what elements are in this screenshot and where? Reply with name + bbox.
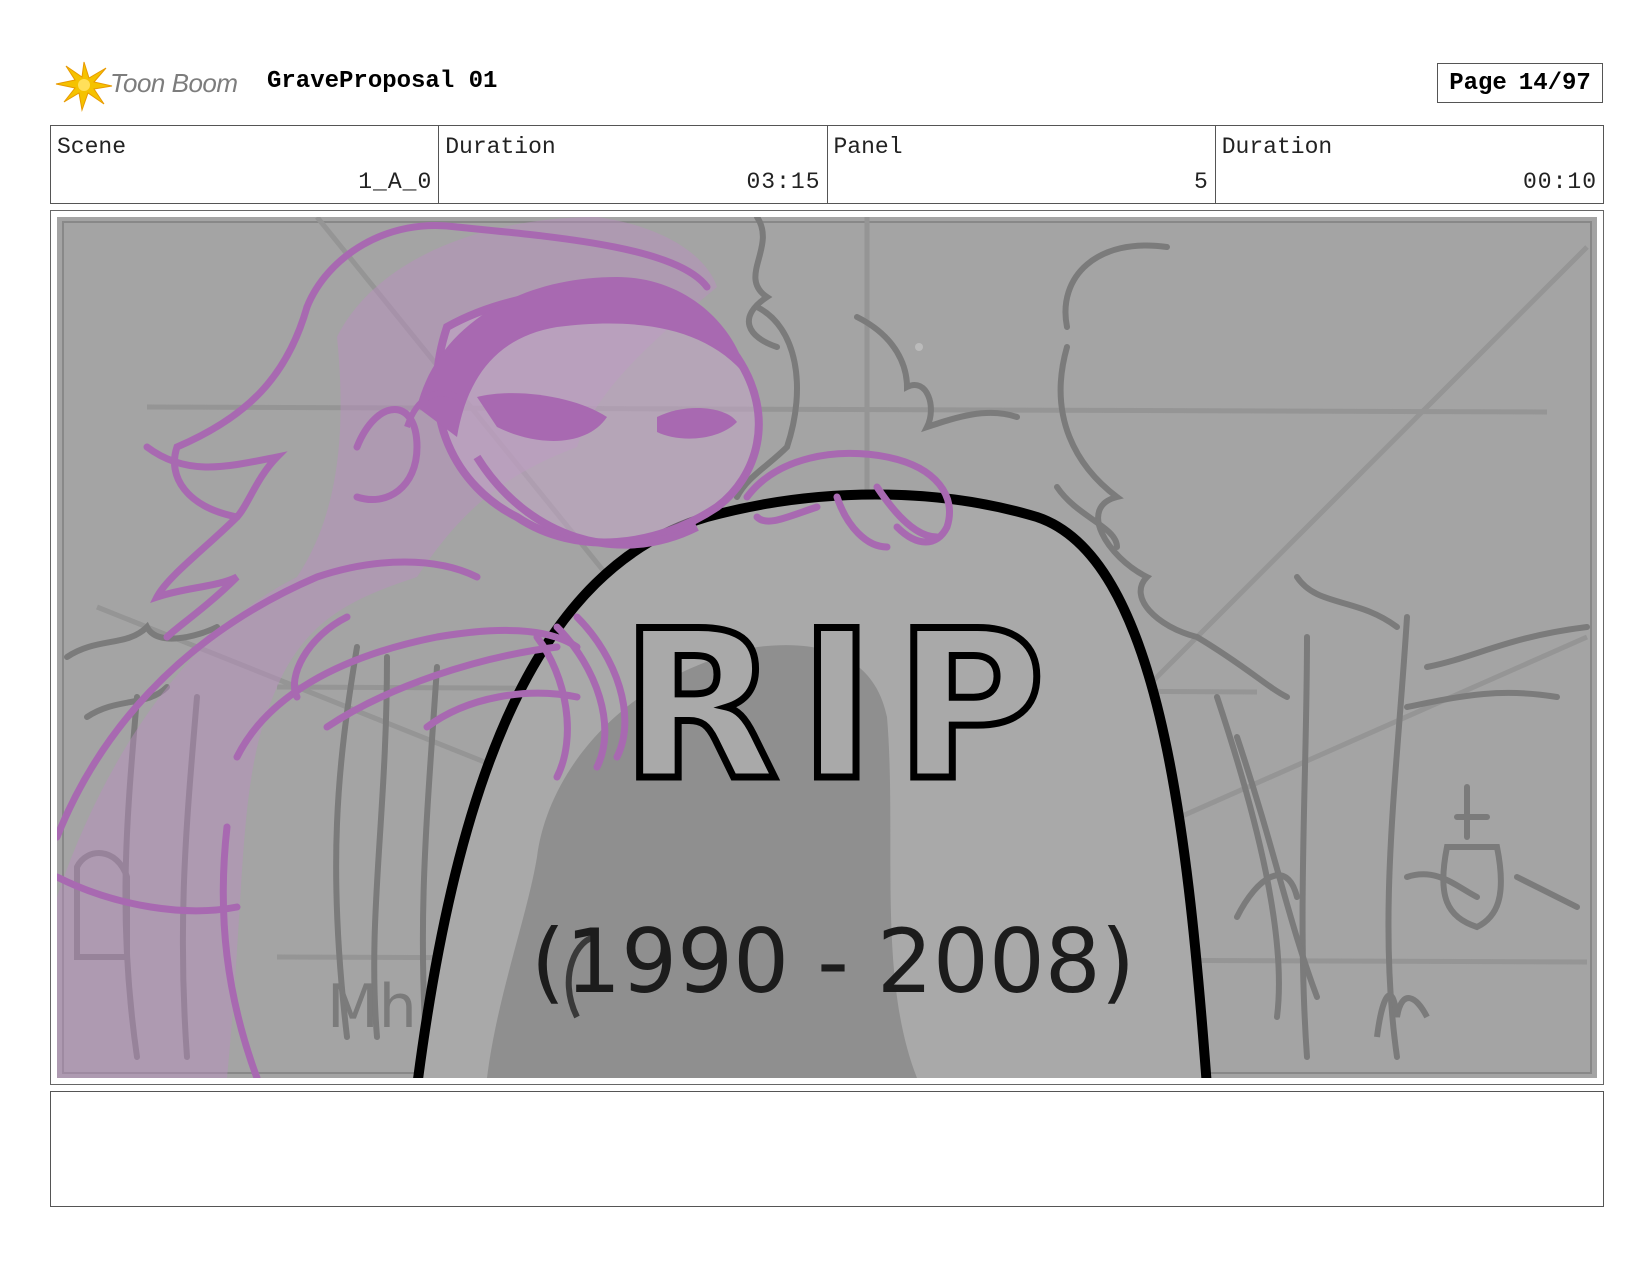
scene-duration-cell: Duration 03:15: [439, 126, 828, 203]
tombstone-inscription: RIP: [621, 588, 1065, 826]
panel-label: Panel: [833, 134, 903, 160]
logo-wordmark: Toon Boom: [110, 68, 238, 98]
scene-duration-label: Duration: [445, 134, 556, 160]
storyboard-panel-image: Mhn RIP (1990 - 2008): [57, 217, 1597, 1078]
panel-notes-box: [50, 1091, 1604, 1207]
panel-duration-value: 00:10: [1522, 169, 1597, 195]
scene-duration-value: 03:15: [746, 169, 821, 195]
scene-value: 1_A_0: [358, 169, 433, 195]
project-title: GraveProposal 01: [267, 68, 498, 95]
page-number: 14/97: [1518, 69, 1591, 97]
scene-label: Scene: [57, 134, 127, 160]
starburst-icon: [55, 61, 113, 112]
tombstone-dates: (1990 - 2008): [531, 910, 1135, 1013]
panel-duration-cell: Duration 00:10: [1216, 126, 1603, 203]
panel-value: 5: [1193, 169, 1209, 195]
panel-duration-label: Duration: [1221, 134, 1333, 160]
storyboard-panel-frame: Mhn RIP (1990 - 2008): [50, 210, 1604, 1085]
panel-cell: Panel 5: [828, 126, 1216, 203]
page-label: Page: [1449, 69, 1507, 97]
page-indicator: Page 14/97: [1437, 63, 1603, 103]
scene-cell: Scene 1_A_0: [51, 126, 440, 203]
panel-info-table: Scene 1_A_0 Duration 03:15 Panel 5 Durat…: [50, 125, 1604, 204]
toon-boom-logo: Toon Boom: [54, 58, 250, 112]
